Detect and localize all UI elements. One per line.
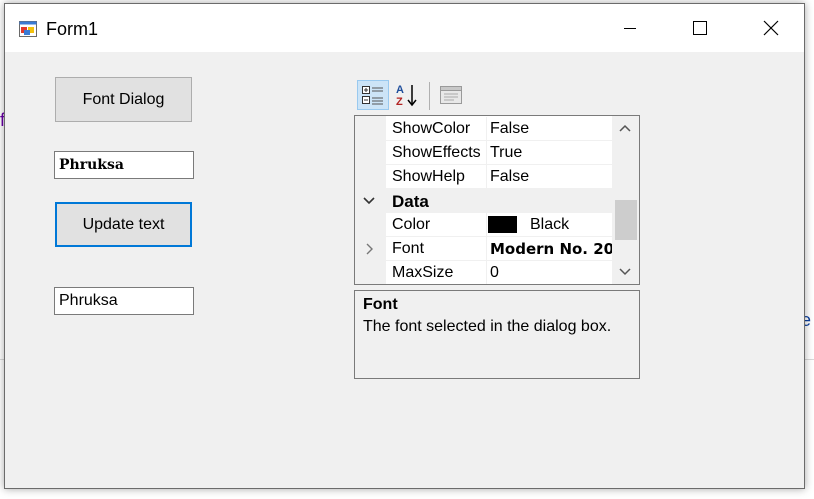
property-name: Font [392, 240, 425, 257]
title-bar[interactable]: Form1 [5, 4, 804, 52]
svg-text:A: A [396, 84, 404, 96]
window-title: Form1 [46, 19, 99, 39]
property-pages-icon [440, 86, 462, 104]
scroll-up-icon[interactable] [619, 124, 631, 132]
minimize-button[interactable] [595, 4, 665, 52]
property-value[interactable]: Modern No. 20 [490, 240, 614, 258]
update-text-button[interactable]: Update text [55, 202, 192, 247]
property-name: ShowHelp [392, 168, 465, 185]
chevron-right-icon[interactable] [365, 243, 373, 255]
description-title: Font [363, 296, 398, 313]
property-name: MaxSize [392, 264, 454, 281]
minimize-icon [624, 28, 636, 29]
color-swatch [488, 216, 517, 233]
property-pages-button[interactable] [435, 80, 467, 110]
alphabetical-view-button[interactable]: A Z [391, 80, 423, 110]
property-row-font[interactable]: Font Modern No. 20 [355, 237, 614, 261]
app-icon [19, 21, 37, 37]
categorized-icon [362, 86, 383, 105]
property-name: ShowColor [392, 120, 471, 137]
alphabetical-icon: A Z [396, 84, 417, 108]
font-dialog-button[interactable]: Font Dialog [55, 77, 192, 122]
property-row-maxsize[interactable]: MaxSize 0 [355, 261, 612, 284]
scroll-down-icon[interactable] [619, 268, 631, 276]
category-label: Data [392, 192, 429, 211]
categorized-view-button[interactable] [357, 80, 389, 110]
property-value[interactable]: False [490, 120, 529, 138]
property-row-showeffects[interactable]: ShowEffects True [355, 141, 612, 165]
property-row-showcolor[interactable]: ShowColor False [355, 117, 612, 141]
font-preview-textbox[interactable]: Phruksa [54, 151, 194, 179]
close-icon [763, 20, 779, 36]
output-textbox[interactable]: Phruksa [54, 287, 194, 315]
category-row-data[interactable]: Data [355, 189, 612, 213]
scrollbar-thumb[interactable] [615, 200, 637, 240]
property-value[interactable]: False [490, 168, 529, 186]
description-text: The font selected in the dialog box. [363, 318, 612, 335]
property-value[interactable]: 0 [490, 264, 499, 282]
maximize-icon [693, 21, 707, 35]
property-value[interactable]: Black [530, 216, 569, 234]
svg-text:Z: Z [396, 96, 403, 108]
property-value[interactable]: True [490, 144, 522, 162]
property-row-color[interactable]: Color Black [355, 213, 612, 237]
property-row-showhelp[interactable]: ShowHelp False [355, 165, 612, 189]
property-name: Color [392, 216, 431, 233]
maximize-button[interactable] [665, 4, 735, 52]
close-button[interactable] [736, 4, 804, 52]
property-description-pane: Font The font selected in the dialog box… [354, 290, 640, 379]
property-grid[interactable]: ShowColor False ShowEffects True ShowHel… [354, 115, 640, 285]
property-name: ShowEffects [392, 144, 481, 161]
toolbar-separator [429, 82, 430, 110]
form-window: Form1 Font Dialog Phruksa Update text Ph… [4, 3, 805, 489]
chevron-down-icon[interactable] [363, 196, 375, 206]
